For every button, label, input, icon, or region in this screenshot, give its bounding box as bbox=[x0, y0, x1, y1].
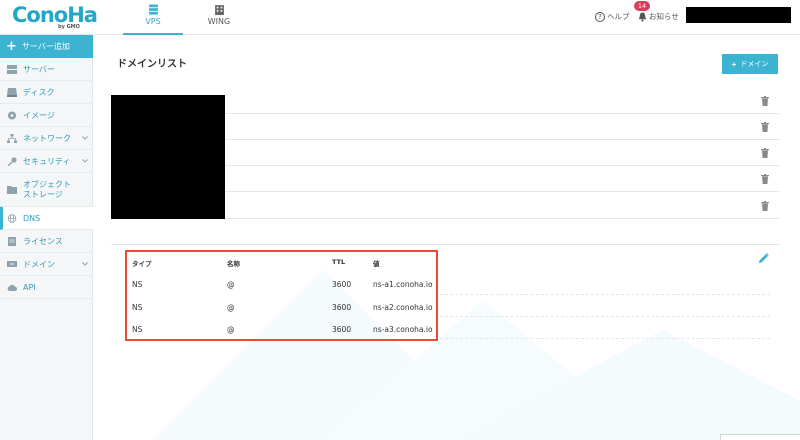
help-icon: ? bbox=[595, 11, 605, 22]
tab-wing[interactable]: WING bbox=[189, 0, 249, 35]
dns-row-divider bbox=[440, 338, 770, 339]
tab-vps-label: VPS bbox=[145, 17, 161, 26]
tab-vps[interactable]: VPS bbox=[123, 0, 183, 35]
conoha-logo[interactable]: ConoHa by GMO bbox=[12, 3, 98, 32]
license-icon bbox=[8, 236, 16, 246]
cell-type: NS bbox=[132, 325, 143, 334]
chevron-down-icon bbox=[82, 262, 88, 266]
sidebar-item-api[interactable]: API bbox=[0, 276, 93, 299]
add-domain-label: ドメイン bbox=[740, 61, 769, 68]
sidebar-item-disk[interactable]: ディスク bbox=[0, 81, 93, 104]
sidebar-item-dns[interactable]: DNS bbox=[0, 207, 93, 230]
cell-name: @ bbox=[227, 280, 235, 289]
folder-icon bbox=[7, 186, 17, 194]
sidebar-item-server[interactable]: サーバー bbox=[0, 58, 93, 81]
server-stack-icon bbox=[148, 4, 158, 15]
logo-sub: by GMO bbox=[58, 24, 80, 30]
sidebar-item-label: サーバー bbox=[23, 64, 55, 74]
trash-icon[interactable] bbox=[761, 96, 769, 106]
building-icon bbox=[214, 5, 224, 15]
sidebar-item-label: ライセンス bbox=[23, 236, 63, 246]
trash-icon[interactable] bbox=[761, 201, 769, 211]
add-domain-button[interactable]: + ドメイン bbox=[722, 54, 778, 74]
sidebar-item-label: API bbox=[23, 282, 36, 292]
notice-count-badge: 14 bbox=[634, 1, 650, 11]
trash-icon[interactable] bbox=[761, 174, 769, 184]
dns-section-divider bbox=[111, 244, 779, 245]
help-label: ヘルプ bbox=[607, 12, 630, 21]
domain-icon bbox=[7, 260, 17, 267]
plus-icon: + bbox=[6, 39, 17, 54]
cell-ttl: 3600 bbox=[332, 325, 352, 334]
cloud-icon bbox=[7, 284, 17, 291]
sidebar-item-label: ネットワーク bbox=[23, 133, 71, 143]
cell-value: ns-a3.conoha.io bbox=[373, 325, 433, 334]
top-bar: ConoHa by GMO VPS WING ? ヘルプ お知らせ 14 bbox=[0, 0, 800, 35]
label-line2: ストレージ bbox=[23, 189, 63, 199]
sidebar-item-label: イメージ bbox=[23, 110, 55, 120]
cell-name: @ bbox=[227, 303, 235, 312]
sidebar-item-security[interactable]: セキュリティ bbox=[0, 150, 93, 173]
sidebar-item-license[interactable]: ライセンス bbox=[0, 230, 93, 253]
column-header-ttl: TTL bbox=[332, 258, 346, 266]
dns-record-table: タイプ 名称 TTL 値 NS @ 3600 ns-a1.conoha.io N… bbox=[125, 250, 438, 341]
plus-icon: + bbox=[731, 59, 737, 69]
sidebar-item-label: オブジェクト ストレージ bbox=[23, 180, 71, 200]
add-server-label: サーバー追加 bbox=[21, 42, 70, 51]
server-icon bbox=[7, 64, 17, 74]
key-icon bbox=[7, 156, 17, 166]
notice-label: お知らせ bbox=[649, 12, 679, 21]
notice-link[interactable]: お知らせ bbox=[638, 11, 679, 22]
sidebar-item-domain[interactable]: ドメイン bbox=[0, 253, 93, 276]
tab-wing-label: WING bbox=[207, 17, 231, 26]
sidebar-item-label: セキュリティ bbox=[23, 156, 71, 166]
label-line1: オブジェクト bbox=[23, 179, 71, 189]
sidebar-item-label: ディスク bbox=[23, 87, 55, 97]
help-link[interactable]: ? ヘルプ bbox=[595, 11, 630, 22]
sidebar-item-network[interactable]: ネットワーク bbox=[0, 127, 93, 150]
cell-ttl: 3600 bbox=[332, 303, 352, 312]
bottom-panel-edge bbox=[720, 434, 800, 440]
sidebar-item-image[interactable]: イメージ bbox=[0, 104, 93, 127]
bell-icon bbox=[638, 12, 647, 22]
trash-icon[interactable] bbox=[761, 148, 769, 158]
cell-value: ns-a2.conoha.io bbox=[373, 303, 433, 312]
dns-row-divider bbox=[440, 294, 770, 295]
globe-icon bbox=[7, 213, 17, 223]
logo-text: ConoHa bbox=[12, 3, 98, 27]
chevron-down-icon bbox=[82, 136, 88, 140]
page-title: ドメインリスト bbox=[117, 59, 187, 70]
cell-type: NS bbox=[132, 280, 143, 289]
trash-icon[interactable] bbox=[761, 122, 769, 132]
sidebar: + サーバー追加 サーバー ディスク イメージ ネットワーク セキュリティ オブ… bbox=[0, 35, 93, 440]
image-icon bbox=[7, 110, 17, 120]
sidebar-item-label: DNS bbox=[23, 213, 41, 223]
chevron-down-icon bbox=[82, 159, 88, 163]
pencil-edit-icon[interactable] bbox=[758, 253, 769, 264]
sidebar-item-object-storage[interactable]: オブジェクト ストレージ bbox=[0, 173, 93, 207]
redacted-domain-names bbox=[111, 95, 225, 219]
cell-value: ns-a1.conoha.io bbox=[373, 280, 433, 289]
column-header-value: 値 bbox=[373, 260, 380, 268]
dns-row-divider bbox=[440, 316, 770, 317]
cell-type: NS bbox=[132, 303, 143, 312]
cell-ttl: 3600 bbox=[332, 280, 352, 289]
add-server-button[interactable]: + サーバー追加 bbox=[0, 35, 93, 58]
cell-name: @ bbox=[227, 325, 235, 334]
sidebar-item-label: ドメイン bbox=[23, 259, 55, 269]
user-account-redacted[interactable] bbox=[686, 7, 791, 23]
column-header-type: タイプ bbox=[132, 260, 152, 268]
disk-icon bbox=[7, 87, 17, 97]
column-header-name: 名称 bbox=[227, 260, 240, 268]
network-icon bbox=[7, 133, 17, 143]
